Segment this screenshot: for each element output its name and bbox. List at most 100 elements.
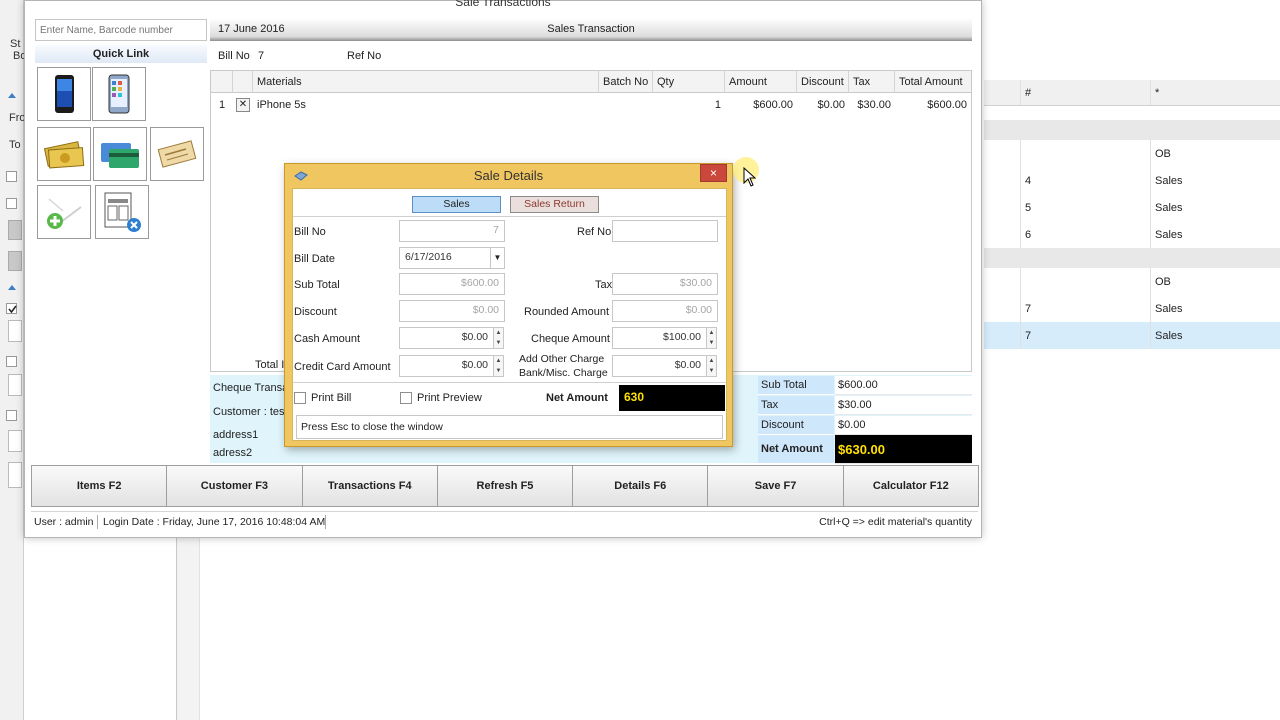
sale-details-dialog: Sale Details × Sales Sales Return Bill N… — [284, 163, 733, 447]
customer-button[interactable]: Customer F3 — [166, 465, 303, 507]
col-discount[interactable]: Discount — [797, 71, 849, 93]
col-total-amount[interactable]: Total Amount — [895, 71, 971, 93]
bank-misc-charge-label: Bank/Misc. Charge — [519, 367, 608, 379]
cheque-amount-stepper[interactable]: ▲ ▼ — [707, 327, 717, 349]
ref-no-field[interactable] — [612, 220, 718, 242]
bg-checkbox[interactable] — [6, 171, 17, 182]
cash-amount-label: Cash Amount — [294, 333, 361, 345]
credit-card-amount-field[interactable]: $0.00 — [399, 355, 494, 377]
table-row-selected[interactable]: 7 Sales — [984, 322, 1280, 349]
rounded-amount-field: $0.00 — [612, 300, 718, 322]
table-row[interactable]: 4 Sales — [984, 167, 1280, 194]
bg-field[interactable] — [8, 374, 22, 396]
cash-icon — [43, 141, 85, 169]
cell-total: $600.00 — [927, 99, 967, 111]
print-bill-label: Print Bill — [311, 392, 352, 404]
bg-checkbox-checked[interactable] — [6, 303, 17, 314]
credit-card-amount-label: Credit Card Amount — [294, 361, 391, 373]
cell-tax: $30.00 — [857, 99, 891, 111]
discount-value: $0.00 — [835, 416, 972, 435]
quick-link-tile[interactable] — [93, 127, 147, 181]
net-amount-label: Net Amount — [546, 392, 608, 404]
bg-cell-num: 4 — [1020, 167, 1150, 194]
remove-row-icon[interactable]: ✕ — [236, 98, 250, 112]
status-bar: User : admin Login Date : Friday, June 1… — [31, 511, 978, 531]
table-row[interactable]: 5 Sales — [984, 194, 1280, 221]
address1: address1 — [213, 429, 259, 441]
transactions-button[interactable]: Transactions F4 — [301, 465, 438, 507]
bg-checkbox[interactable] — [6, 198, 17, 209]
sub-total-value: $600.00 — [835, 376, 972, 395]
bill-date-label: Bill Date — [294, 253, 335, 265]
col-tax[interactable]: Tax — [849, 71, 895, 93]
quick-link-tile[interactable] — [92, 67, 146, 121]
cell-material: iPhone 5s — [257, 99, 306, 111]
col-amount[interactable]: Amount — [725, 71, 797, 93]
cheque-amount-field[interactable]: $100.00 — [612, 327, 707, 349]
quick-link-header: Quick Link — [35, 45, 207, 63]
bg-field[interactable] — [8, 462, 22, 488]
quick-link-tile[interactable] — [150, 127, 204, 181]
print-preview-checkbox[interactable] — [400, 392, 412, 404]
quick-link-tile[interactable] — [37, 67, 91, 121]
bg-checkbox[interactable] — [6, 356, 17, 367]
bg-cell-type: OB — [1150, 268, 1280, 295]
other-charge-label: Add Other Charge — [519, 353, 605, 365]
status-user: User : admin — [34, 516, 94, 528]
tab-sales-return[interactable]: Sales Return — [510, 196, 599, 213]
collapse-icon[interactable] — [8, 285, 16, 290]
calculator-button[interactable]: Calculator F12 — [842, 465, 979, 507]
collapse-icon[interactable] — [8, 93, 16, 98]
tab-sales[interactable]: Sales — [412, 196, 501, 213]
bill-no-label: Bill No — [218, 50, 250, 62]
bill-no-value: 7 — [258, 50, 265, 62]
other-charge-field[interactable]: $0.00 — [612, 355, 707, 377]
cash-amount-stepper[interactable]: ▲ ▼ — [494, 327, 504, 349]
bg-cell-num: 7 — [1020, 322, 1150, 349]
bg-cell-num — [1020, 140, 1150, 167]
quick-link-tile[interactable] — [37, 127, 91, 181]
credit-card-amount-stepper[interactable]: ▲ ▼ — [494, 355, 504, 377]
table-row[interactable]: OB — [984, 268, 1280, 295]
function-key-bar: Items F2 Customer F3 Transactions F4 Ref… — [31, 465, 979, 507]
quick-link-tile[interactable] — [37, 185, 91, 239]
col-qty[interactable]: Qty — [653, 71, 725, 93]
bg-checkbox[interactable] — [6, 410, 17, 421]
save-button[interactable]: Save F7 — [707, 465, 844, 507]
discount-label: Discount — [758, 416, 834, 435]
bg-field[interactable] — [8, 430, 22, 452]
search-input[interactable] — [35, 19, 207, 41]
status-hint: Ctrl+Q => edit material's quantity — [819, 516, 972, 528]
table-row[interactable]: OB — [984, 140, 1280, 167]
tax-label: Tax — [595, 279, 613, 291]
items-button[interactable]: Items F2 — [31, 465, 168, 507]
close-icon[interactable]: × — [700, 164, 727, 182]
quick-link-tile[interactable] — [95, 185, 149, 239]
print-preview-label: Print Preview — [417, 392, 482, 404]
sub-total-field: $600.00 — [399, 273, 505, 295]
net-amount-label: Net Amount — [758, 435, 834, 464]
col-batch-no[interactable]: Batch No — [599, 71, 653, 93]
phone-screen-icon — [108, 74, 130, 114]
details-button[interactable]: Details F6 — [572, 465, 709, 507]
bg-button[interactable] — [8, 220, 22, 240]
sub-total-label: Sub Total — [294, 279, 340, 291]
table-row[interactable]: 7 Sales — [984, 295, 1280, 322]
other-charge-stepper[interactable]: ▲ ▼ — [707, 355, 717, 377]
dialog-body: Sales Sales Return Bill No 7 Ref No Bill… — [292, 188, 727, 441]
bg-button[interactable] — [8, 251, 22, 271]
table-row[interactable]: 6 Sales — [984, 221, 1280, 248]
cell-batch — [599, 93, 653, 117]
bill-no-field[interactable]: 7 — [399, 220, 505, 242]
bill-no-label: Bill No — [294, 226, 326, 238]
discount-field: $0.00 — [399, 300, 505, 322]
refresh-button[interactable]: Refresh F5 — [436, 465, 574, 507]
bg-label-to: To — [9, 139, 21, 151]
bg-cell-type: Sales — [1150, 167, 1280, 194]
bg-field[interactable] — [8, 320, 22, 342]
col-materials[interactable]: Materials — [253, 71, 599, 93]
print-bill-checkbox[interactable] — [294, 392, 306, 404]
cash-amount-field[interactable]: $0.00 — [399, 327, 494, 349]
cell-qty[interactable]: 1 — [653, 93, 725, 117]
chevron-down-icon[interactable]: ▼ — [490, 248, 504, 268]
